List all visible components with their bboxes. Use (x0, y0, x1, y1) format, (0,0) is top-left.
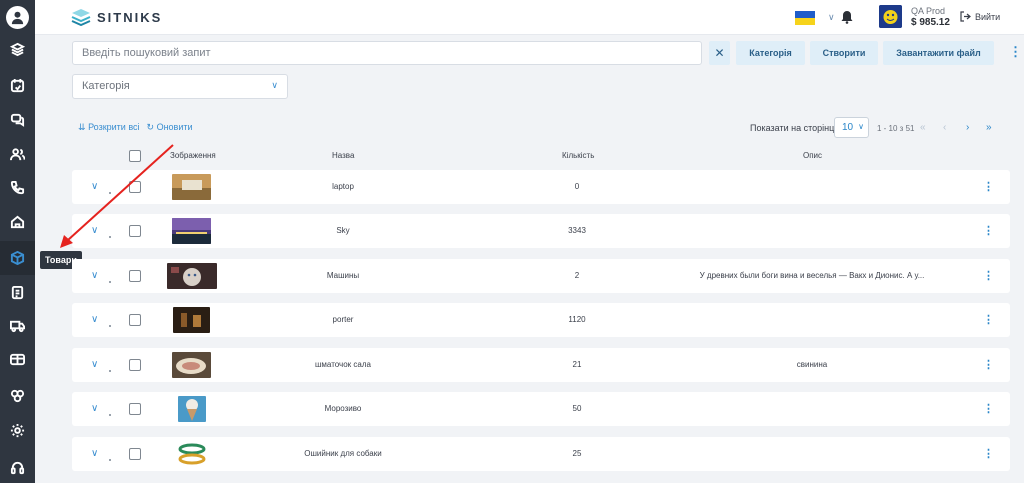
annotation-arrow (60, 144, 174, 248)
